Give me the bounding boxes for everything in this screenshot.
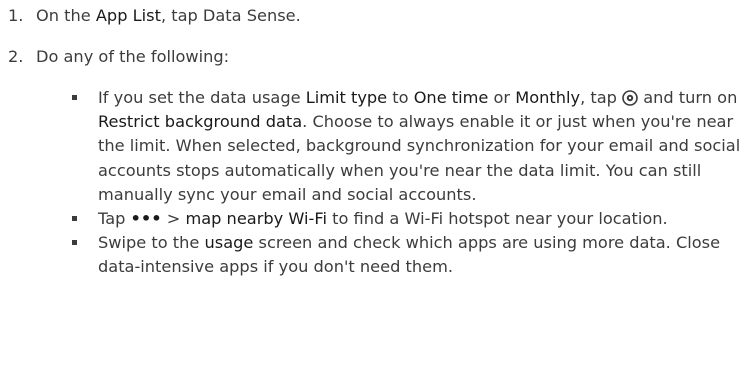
one-time-term: One time xyxy=(413,88,489,107)
bullet-marker xyxy=(72,240,77,246)
map-nearby-wifi-term: map nearby Wi-Fi xyxy=(185,209,327,229)
text-part: and turn on xyxy=(638,88,738,107)
step-text-part: On the xyxy=(36,6,96,25)
step-text-part: , tap Data Sense. xyxy=(160,6,301,25)
app-list-term: App List xyxy=(95,6,161,25)
step-number: 2. xyxy=(8,47,24,66)
list-item: Tap ••• > map nearby Wi-Fi to find a Wi-… xyxy=(64,207,752,231)
text-part: Swipe to the xyxy=(98,233,205,253)
text-part: Tap xyxy=(98,209,131,229)
more-icon: ••• xyxy=(130,209,162,229)
step-number: 1. xyxy=(8,6,24,25)
bullet-marker xyxy=(72,95,77,100)
limit-type-term: Limit type xyxy=(305,88,388,107)
text-part: > xyxy=(161,209,186,229)
bullet-marker xyxy=(72,216,77,222)
text-part: to find a Wi-Fi hotspot near your locati… xyxy=(326,209,668,229)
text-part: If you set the data usage xyxy=(98,88,306,107)
list-item: If you set the data usage Limit type to … xyxy=(64,86,752,207)
text-part: , tap xyxy=(580,88,623,107)
restrict-background-data-term: Restrict background data xyxy=(98,112,303,132)
step-text: Do any of the following: xyxy=(36,47,230,66)
monthly-term: Monthly xyxy=(515,88,581,107)
text-part: to xyxy=(387,88,414,107)
settings-gear-icon xyxy=(622,89,638,106)
step-text: On the App List, tap Data Sense. xyxy=(36,6,301,25)
text-part: or xyxy=(488,88,516,107)
usage-term: usage xyxy=(204,233,254,253)
bullet-list: If you set the data usage Limit type to … xyxy=(64,86,752,280)
list-item: Swipe to the usage screen and check whic… xyxy=(64,231,752,279)
